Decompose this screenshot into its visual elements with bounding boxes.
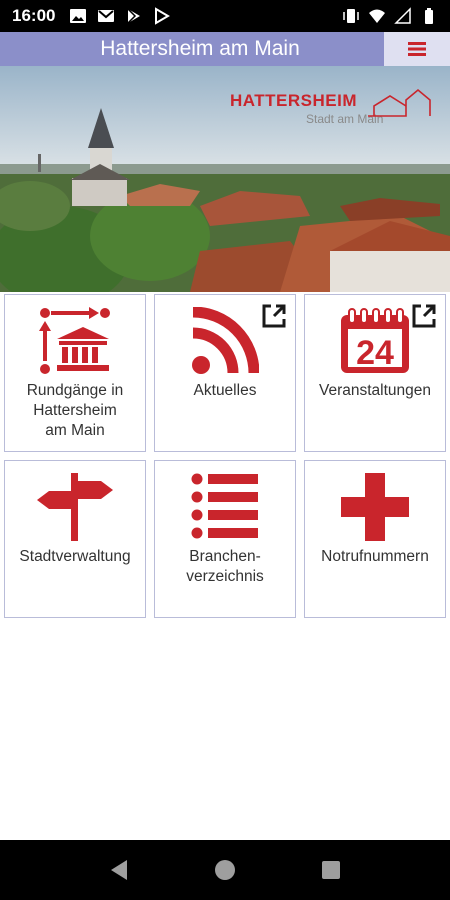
rss-icon	[192, 307, 259, 374]
calendar-number: 24	[356, 334, 394, 372]
menu-button[interactable]	[384, 32, 450, 66]
tile-veranstaltungen[interactable]: 24 Veranstaltungen	[304, 294, 446, 452]
logo-house-icon	[368, 88, 431, 117]
logo-wordmark: HATTERSHEIM	[230, 91, 358, 110]
gmail-icon	[98, 10, 115, 22]
calendar-24-icon: 24	[341, 308, 409, 373]
hamburger-icon	[408, 42, 426, 56]
tile-label: Branchen- verzeichnis	[186, 548, 264, 585]
list-icon	[191, 473, 258, 539]
tile-label: Notrufnummern	[321, 548, 429, 565]
tile-branchenverzeichnis[interactable]: Branchen- verzeichnis	[154, 460, 296, 618]
signal-icon	[394, 7, 411, 24]
status-bar: 16:00	[0, 0, 450, 32]
app-header: Hattersheim am Main	[0, 32, 450, 66]
hero-image: HATTERSHEIM Stadt am Main	[0, 66, 450, 292]
status-time: 16:00	[12, 6, 56, 25]
external-link-icon	[412, 304, 436, 328]
external-link-icon	[262, 304, 286, 328]
back-icon[interactable]	[109, 859, 129, 881]
play-store-outline-icon	[155, 7, 171, 25]
android-nav-bar	[0, 840, 450, 900]
tile-grid: Rundgänge in Hattersheim am Main Aktuell…	[4, 294, 448, 618]
tile-notrufnummern[interactable]: Notrufnummern	[304, 460, 446, 618]
home-icon[interactable]	[213, 858, 237, 882]
wifi-icon	[369, 9, 385, 23]
tile-label: Veranstaltungen	[318, 382, 432, 399]
hattersheim-logo: HATTERSHEIM Stadt am Main	[226, 86, 436, 146]
play-store-icon	[127, 8, 141, 24]
signpost-icon	[37, 473, 113, 541]
recents-icon[interactable]	[321, 860, 341, 880]
tile-aktuelles[interactable]: Aktuelles	[154, 294, 296, 452]
app-title: Hattersheim am Main	[100, 37, 300, 60]
cross-icon	[341, 473, 409, 541]
tile-rundgaenge[interactable]: Rundgänge in Hattersheim am Main	[4, 294, 146, 452]
battery-icon	[425, 8, 433, 24]
vibrate-icon	[343, 9, 359, 23]
tile-stadtverwaltung[interactable]: Stadtverwaltung	[4, 460, 146, 618]
tile-label: Aktuelles	[193, 382, 257, 399]
image-icon	[70, 9, 87, 23]
status-right-icons	[342, 7, 438, 25]
tile-label: Stadtverwaltung	[19, 548, 131, 565]
tile-label: Rundgänge in Hattersheim am Main	[26, 382, 124, 439]
status-left-icons	[69, 7, 171, 25]
tour-museum-icon	[39, 307, 110, 374]
